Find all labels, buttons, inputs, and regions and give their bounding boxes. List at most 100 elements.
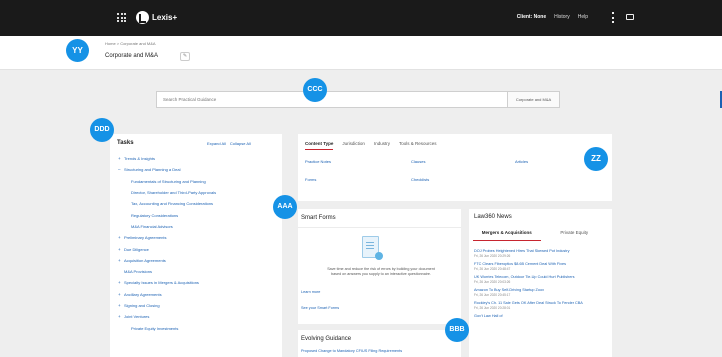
annotation-badge: BBB [445, 318, 469, 342]
evolving-guidance-panel: Evolving Guidance Proposed Change to Man… [298, 330, 461, 357]
brand-name: Lexis+ [152, 13, 178, 22]
chat-icon[interactable] [626, 14, 634, 20]
task-item[interactable]: – Structuring and Planning a Deal [118, 164, 278, 175]
pencil-icon[interactable]: ✎ [180, 52, 190, 61]
task-item[interactable]: Regulatory Considerations [118, 209, 278, 220]
tab-jurisdiction[interactable]: Jurisdiction [342, 141, 365, 150]
link-articles[interactable]: Articles [515, 159, 528, 164]
news-date: Fri, 26 Jun 2020 20:29:26 [474, 254, 511, 258]
task-item-label: Due Diligence [124, 246, 149, 252]
divider [298, 227, 461, 228]
tab-content-type[interactable]: Content Type [305, 141, 334, 150]
annotation-badge: YY [66, 39, 89, 62]
client-selector[interactable]: Client: None [517, 14, 546, 20]
task-item[interactable]: + Specialty Issues in Mergers & Acquisiti… [118, 277, 278, 288]
news-headline[interactable]: Amazon To Buy Self-Driving Startup Zoox [474, 288, 608, 292]
tasks-panel: Tasks Expand All Collapse All + Trends & … [110, 134, 282, 357]
task-item[interactable]: + Trends & Insights [118, 153, 278, 164]
smart-forms-panel: Smart Forms Save time and reduce the ris… [298, 209, 461, 324]
link-clauses[interactable]: Clauses [411, 159, 425, 164]
news-item[interactable]: Amazon To Buy Self-Driving Startup Zoox F… [474, 288, 608, 301]
task-item-label: Joint Ventures [124, 314, 150, 320]
task-item[interactable]: Director, Shareholder and Third-Party Ap… [118, 187, 278, 198]
see-smart-forms-link[interactable]: See your Smart Forms [301, 306, 339, 310]
news-headline[interactable]: FTC Clears Fiberoptics $8.6B Cement Deal… [474, 262, 608, 266]
tab-private-equity[interactable]: Private Equity [541, 227, 609, 241]
page-header: Home > Corporate and M&A Corporate and M… [0, 36, 722, 70]
news-date: Fri, 26 Jun 2020 20:03:26 [474, 280, 511, 284]
smart-forms-description: Save time and reduce the risk of errors … [327, 267, 435, 276]
lexis-logo-icon [136, 11, 149, 24]
search-bar: Corporate and M&A [156, 91, 722, 108]
task-item-label: Trends & Insights [124, 156, 155, 162]
smart-form-document-icon [362, 236, 383, 260]
history-link[interactable]: History [554, 14, 570, 20]
task-item-label: Structuring and Planning a Deal [124, 167, 181, 173]
tasks-title: Tasks [117, 140, 134, 146]
task-item-label: Private Equity Investments [131, 325, 179, 331]
help-link[interactable]: Help [578, 14, 588, 20]
news-title: Law360 News [474, 214, 512, 220]
task-item[interactable]: Tax, Accounting and Financing Considerat… [118, 198, 278, 209]
annotation-badge: DDD [90, 118, 114, 142]
annotation-badge: ZZ [584, 147, 608, 171]
task-item[interactable]: M&A Provisions [118, 266, 278, 277]
task-item-label: M&A Financial Advisors [131, 223, 173, 229]
task-item-label: Signing and Closing [124, 303, 160, 308]
expand-all-link[interactable]: Expand All [207, 141, 226, 146]
app-grid-icon[interactable] [117, 13, 126, 22]
news-date: Fri, 26 Jun 2020 20:45:17 [474, 293, 511, 297]
task-item[interactable]: + Joint Ventures [118, 311, 278, 322]
news-list: DOJ Probes Heightened Hires That Skewed … [474, 249, 608, 327]
tab-industry[interactable]: Industry [374, 141, 390, 150]
top-nav-links: Client: None History Help [517, 14, 588, 20]
task-item-label: Regulatory Considerations [131, 212, 179, 218]
news-headline[interactable]: UK Worries Telecom, Outdoor Tie-Up Could… [474, 275, 608, 279]
task-item[interactable]: Fundamentals of Structuring and Planning [118, 176, 278, 187]
news-item[interactable]: Gov't Law Hall of [474, 314, 608, 327]
news-headline[interactable]: DOJ Probes Heightened Hires That Skewed … [474, 249, 608, 253]
search-scope-selector[interactable]: Corporate and M&A [508, 91, 560, 108]
link-forms[interactable]: Forms [305, 177, 316, 182]
evolving-guidance-title: Evolving Guidance [301, 336, 352, 342]
task-item-label: Specialty Issues in Mergers & Acquisitio… [124, 280, 199, 286]
news-headline[interactable]: Gov't Law Hall of [474, 314, 608, 318]
task-list: + Trends & Insights – Structuring and Plann… [118, 153, 278, 334]
evolving-guidance-link[interactable]: Proposed Change to Mandatory CFIUS Filin… [301, 349, 402, 353]
tab-tools-resources[interactable]: Tools & Resources [399, 141, 437, 150]
task-item[interactable]: + Signing and Closing [118, 300, 278, 311]
task-item[interactable]: + Due Diligence [118, 243, 278, 254]
task-item[interactable]: Private Equity Investments [118, 322, 278, 333]
task-item-label: Tax, Accounting and Financing Considerat… [131, 201, 214, 207]
brand-logo[interactable]: Lexis+ [136, 11, 177, 24]
tab-mergers-acquisitions[interactable]: Mergers & Acquisitions [473, 227, 541, 241]
news-item[interactable]: UK Worries Telecom, Outdoor Tie-Up Could… [474, 275, 608, 288]
search-input[interactable] [156, 91, 508, 108]
learn-more-link[interactable]: Learn more [301, 290, 320, 294]
content-type-panel: Content Type Jurisdiction Industry Tools… [298, 134, 612, 201]
news-date: Fri, 26 Jun 2020 20:28:01 [474, 306, 511, 310]
news-item[interactable]: DOJ Probes Heightened Hires That Skewed … [474, 249, 608, 262]
more-menu-icon[interactable] [612, 12, 615, 23]
link-checklists[interactable]: Checklists [411, 177, 429, 182]
annotation-badge: AAA [273, 195, 297, 219]
breadcrumb[interactable]: Home > Corporate and M&A [105, 41, 156, 46]
task-item-label: Fundamentals of Structuring and Planning [131, 178, 206, 184]
link-practice-notes[interactable]: Practice Notes [305, 159, 331, 164]
task-item-label: M&A Provisions [124, 269, 153, 275]
task-item[interactable]: + Ancillary Agreements [118, 289, 278, 300]
news-item[interactable]: Rockley's Ch. 11 Sale Gets OK After Deal… [474, 301, 608, 314]
smart-forms-title: Smart Forms [301, 215, 336, 221]
collapse-all-link[interactable]: Collapse All [230, 141, 251, 146]
task-item[interactable]: + Acquisition Agreements [118, 255, 278, 266]
news-date: Fri, 26 Jun 2020 20:48:47 [474, 267, 511, 271]
task-item[interactable]: M&A Financial Advisors [118, 221, 278, 232]
news-item[interactable]: FTC Clears Fiberoptics $8.6B Cement Deal… [474, 262, 608, 275]
task-item-label: Director, Shareholder and Third-Party Ap… [131, 190, 217, 196]
news-headline[interactable]: Rockley's Ch. 11 Sale Gets OK After Deal… [474, 301, 608, 305]
task-item-label: Ancillary Agreements [124, 291, 162, 297]
top-nav-bar: Lexis+ Client: None History Help [0, 0, 722, 36]
task-item[interactable]: + Preliminary Agreements [118, 232, 278, 243]
task-item-label: Preliminary Agreements [124, 235, 167, 241]
page-title: Corporate and M&A [105, 53, 159, 59]
